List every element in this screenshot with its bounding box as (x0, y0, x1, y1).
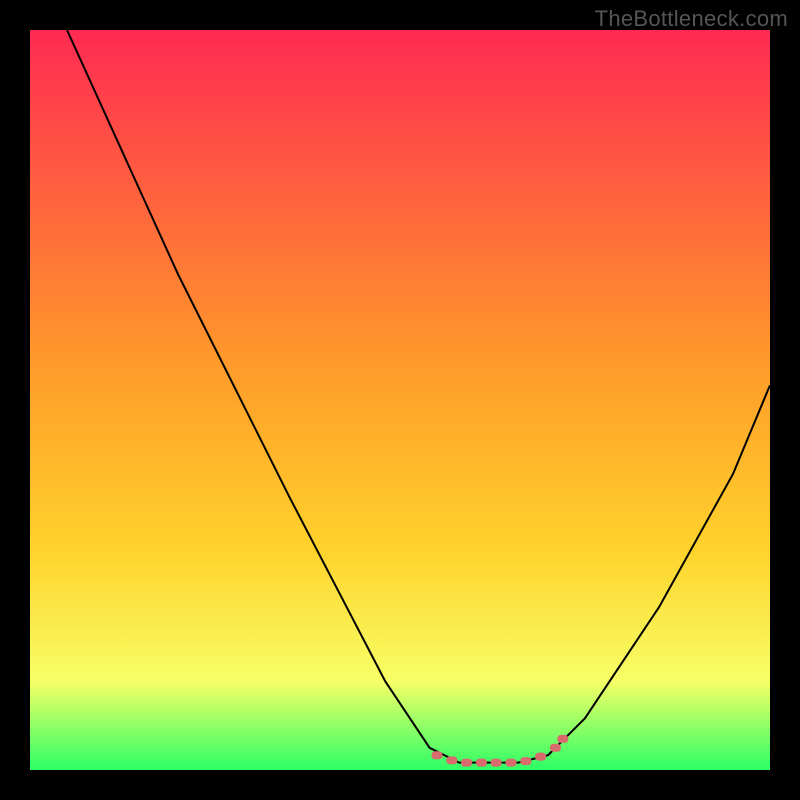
marker-dot (461, 759, 472, 767)
gradient-background (30, 30, 770, 770)
marker-dot (491, 759, 502, 767)
marker-dot (550, 744, 561, 752)
marker-dot (535, 753, 546, 761)
marker-dot (446, 756, 457, 764)
marker-dot (506, 759, 517, 767)
chart-frame: TheBottleneck.com (0, 0, 800, 800)
watermark-label: TheBottleneck.com (595, 6, 788, 32)
marker-dot (520, 757, 531, 765)
plot-area (30, 30, 770, 770)
chart-svg (30, 30, 770, 770)
marker-dot (432, 751, 443, 759)
marker-dot (557, 735, 568, 743)
marker-dot (476, 759, 487, 767)
